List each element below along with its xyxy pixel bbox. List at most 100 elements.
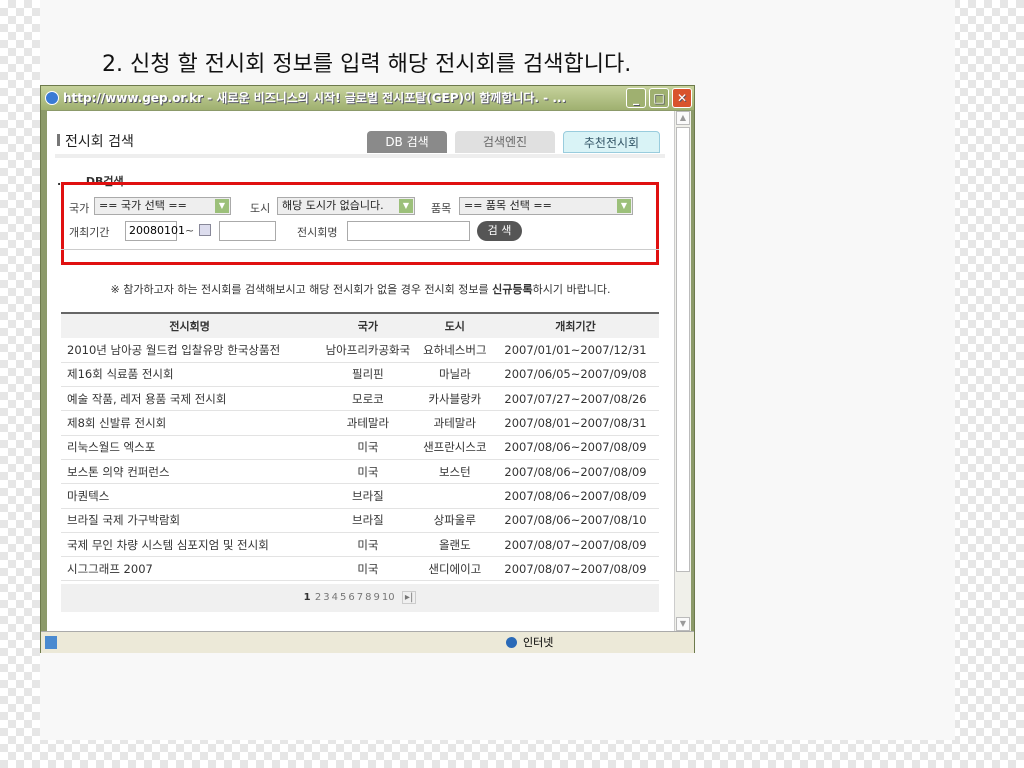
globe-icon	[506, 637, 517, 648]
city: 보스턴	[417, 459, 493, 485]
period: 2007/08/06~2007/08/09	[492, 459, 659, 485]
column-header: 개최기간	[492, 312, 659, 338]
exhibition-name[interactable]: 마퀀텍스	[61, 483, 319, 509]
close-button[interactable]: ✕	[672, 88, 692, 108]
exhibition-name[interactable]: 예술 작품, 레저 용품 국제 전시회	[61, 386, 319, 412]
tab-db-search[interactable]: DB 검색	[367, 131, 447, 153]
page-link[interactable]: 8	[365, 592, 371, 603]
column-header: 전시회명	[61, 312, 319, 338]
exhibition-name-input[interactable]	[347, 221, 470, 241]
table-row[interactable]: 보스톤 의약 컨퍼런스 미국 보스턴 2007/08/06~2007/08/09	[61, 459, 659, 485]
period: 2007/08/07~2007/08/09	[492, 556, 659, 582]
scroll-up-icon: ▲	[676, 111, 690, 125]
country: 미국	[318, 459, 418, 485]
exhibition-name[interactable]: 리눅스월드 엑스포	[61, 435, 319, 460]
notice-text: ※ 참가하고자 하는 전시회를 검색해보시고 해당 전시회가 없을 경우 전시회…	[110, 283, 611, 296]
city: 상파울루	[417, 508, 493, 533]
exhibition-name[interactable]: 제8회 신발류 전시회	[61, 410, 319, 436]
period: 2007/01/01~2007/12/31	[492, 338, 659, 363]
country-select[interactable]: == 국가 선택 == ▼	[94, 197, 231, 215]
period-start-input[interactable]: 20080101	[125, 221, 185, 241]
page-link[interactable]: 9	[373, 592, 379, 603]
page-link[interactable]: 4	[332, 592, 338, 603]
period: 2007/08/06~2007/08/09	[492, 435, 659, 460]
status-bar: 인터넷	[41, 631, 694, 653]
country: 미국	[318, 435, 418, 460]
exhibition-name[interactable]: 시그그래프 2007	[61, 556, 319, 582]
country: 필리핀	[318, 362, 418, 388]
country: 미국	[318, 556, 418, 582]
page-link[interactable]: 3	[323, 592, 329, 603]
table-row[interactable]: 제8회 신발류 전시회 과테말라 과테말라 2007/08/01~2007/08/31	[61, 410, 659, 436]
country: 브라질	[318, 508, 418, 533]
exhibition-name[interactable]: 브라질 국제 가구박람회	[61, 508, 319, 533]
table-row[interactable]: 브라질 국제 가구박람회 브라질 상파울루 2007/08/06~2007/08/10	[61, 508, 659, 533]
minimize-button[interactable]: _	[626, 88, 646, 108]
table-row[interactable]: 국제 무인 차량 시스템 심포지엄 및 전시회 미국 올랜도 2007/08/07~2…	[61, 532, 659, 558]
search-button[interactable]: 검 색	[477, 221, 522, 241]
table-row[interactable]: 2010년 남아공 월드컵 입찰유망 한국상품전 남아프리카공화국 요하네스버그 20…	[61, 338, 659, 363]
tab-recommended[interactable]: 추천전시회	[563, 131, 660, 153]
period: 2007/06/05~2007/09/08	[492, 362, 659, 388]
title-bar[interactable]: http://www.gep.or.kr - 새로운 비즈니스의 시작! 글로벌…	[41, 86, 694, 110]
city: 샌프란시스코	[417, 435, 493, 460]
city: 카사블랑카	[417, 386, 493, 412]
period: 2007/07/27~2007/08/26	[492, 386, 659, 412]
city	[417, 483, 493, 509]
item-select[interactable]: == 품목 선택 == ▼	[459, 197, 633, 215]
table-row[interactable]: 제16회 식료품 전시회 필리핀 마닐라 2007/06/05~2007/09/08	[61, 362, 659, 388]
chevron-down-icon: ▼	[617, 199, 631, 213]
status-zone: 인터넷	[523, 636, 554, 649]
country: 남아프리카공화국	[318, 338, 418, 363]
country-label: 국가	[69, 202, 90, 215]
page-content: 전시회 검색 DB 검색 검색엔진 추천전시회 ...... DB검색 ....…	[47, 111, 674, 631]
page-current[interactable]: 1	[304, 592, 311, 603]
city-label: 도시	[250, 202, 271, 215]
name-label: 전시회명	[297, 226, 338, 239]
country: 미국	[318, 532, 418, 558]
page-link[interactable]: 6	[348, 592, 354, 603]
country: 모로코	[318, 386, 418, 412]
table-row[interactable]: 마퀀텍스 브라질 2007/08/06~2007/08/09	[61, 483, 659, 509]
period-end-input[interactable]	[219, 221, 276, 241]
city: 요하네스버그	[417, 338, 493, 363]
exhibition-name[interactable]: 보스톤 의약 컨퍼런스	[61, 459, 319, 485]
period: 2007/08/06~2007/08/10	[492, 508, 659, 533]
exhibition-name[interactable]: 제16회 식료품 전시회	[61, 362, 319, 388]
register-link[interactable]: 신규등록	[492, 283, 532, 296]
scroll-thumb	[676, 127, 690, 572]
chevron-down-icon: ▼	[215, 199, 229, 213]
next-page-icon[interactable]: ▸|	[401, 591, 417, 604]
city: 올랜도	[417, 532, 493, 558]
table-row[interactable]: 리눅스월드 엑스포 미국 샌프란시스코 2007/08/06~2007/08/09	[61, 435, 659, 460]
city: 마닐라	[417, 362, 493, 388]
maximize-button[interactable]: □	[649, 88, 669, 108]
page-link[interactable]: 10	[382, 592, 395, 603]
exhibition-name[interactable]: 국제 무인 차량 시스템 심포지엄 및 전시회	[61, 532, 319, 558]
page-icon	[45, 636, 57, 649]
city: 과테말라	[417, 410, 493, 436]
period: 2007/08/06~2007/08/09	[492, 483, 659, 509]
table-row[interactable]: 예술 작품, 레저 용품 국제 전시회 모로코 카사블랑카 2007/07/27~20…	[61, 386, 659, 412]
column-header: 국가	[318, 312, 418, 338]
tab-search-engine[interactable]: 검색엔진	[455, 131, 555, 153]
exhibition-name[interactable]: 2010년 남아공 월드컵 입찰유망 한국상품전	[61, 338, 319, 363]
column-header: 도시	[417, 312, 493, 338]
table-row[interactable]: 시그그래프 2007 미국 샌디에이고 2007/08/07~2007/08/09	[61, 556, 659, 582]
chevron-down-icon: ▼	[399, 199, 413, 213]
slide-title: 2. 신청 할 전시회 정보를 입력 해당 전시회를 검색합니다.	[102, 52, 632, 77]
page-link[interactable]: 5	[340, 592, 346, 603]
country: 브라질	[318, 483, 418, 509]
item-label: 품목	[431, 202, 452, 215]
page-link[interactable]: 2	[315, 592, 321, 603]
scrollbar[interactable]: ▲ ▼	[674, 111, 691, 631]
window-title: http://www.gep.or.kr - 새로운 비즈니스의 시작! 글로벌…	[63, 91, 567, 105]
city-select[interactable]: 해당 도시가 없습니다. ▼	[277, 197, 415, 215]
country: 과테말라	[318, 410, 418, 436]
calendar-icon[interactable]	[199, 224, 211, 236]
ie-icon	[45, 91, 59, 105]
period-label: 개최기간	[69, 226, 110, 239]
page-link[interactable]: 7	[357, 592, 363, 603]
scroll-down-icon: ▼	[676, 617, 690, 631]
period: 2007/08/07~2007/08/09	[492, 532, 659, 558]
